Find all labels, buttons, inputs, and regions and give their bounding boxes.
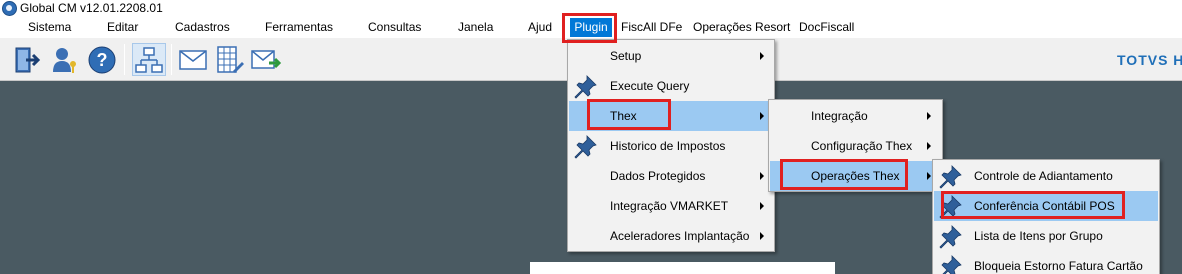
menu-item-historico-impostos[interactable]: Historico de Impostos	[569, 131, 773, 161]
menu-item-lista-itens-grupo[interactable]: Lista de Itens por Grupo	[934, 221, 1158, 251]
annotation-box-operacoes-thex	[780, 159, 908, 190]
menu-item-controle-adiantamento[interactable]: Controle de Adiantamento	[934, 161, 1158, 191]
menu-editar[interactable]: Editar	[107, 20, 138, 34]
help-icon[interactable]: ?	[85, 43, 119, 76]
menu-item-label: Aceleradores Implantação	[610, 229, 750, 243]
submenu-arrow-icon	[760, 232, 764, 240]
menu-item-integracao-vmarket[interactable]: Integração VMARKET	[569, 191, 773, 221]
mail-send-icon[interactable]	[250, 43, 284, 76]
submenu-arrow-icon	[760, 202, 764, 210]
toolbar-separator	[171, 44, 172, 75]
menu-item-label: Bloqueia Estorno Fatura Cartão	[974, 259, 1143, 273]
menu-item-setup[interactable]: Setup	[569, 41, 773, 71]
pushpin-icon	[941, 255, 962, 274]
submenu-arrow-icon	[760, 172, 764, 180]
menu-consultas[interactable]: Consultas	[368, 20, 421, 34]
menu-janela[interactable]: Janela	[458, 20, 493, 34]
spreadsheet-edit-icon[interactable]	[213, 43, 247, 76]
pushpin-icon	[939, 225, 962, 249]
annotation-box-thex	[587, 99, 671, 130]
menu-cadastros[interactable]: Cadastros	[175, 20, 230, 34]
menu-item-label: Integração VMARKET	[610, 199, 729, 213]
exit-icon[interactable]	[11, 43, 45, 76]
menu-item-label: Dados Protegidos	[610, 169, 706, 183]
menu-item-label: Execute Query	[610, 79, 690, 93]
globe-icon	[2, 1, 17, 16]
submenu-arrow-icon	[927, 142, 931, 150]
submenu-arrow-icon	[760, 112, 764, 120]
user-key-icon[interactable]	[48, 43, 82, 76]
menu-item-label: Historico de Impostos	[610, 139, 726, 153]
menu-item-label: Configuração Thex	[811, 139, 913, 153]
menu-item-dados-protegidos[interactable]: Dados Protegidos	[569, 161, 773, 191]
menu-item-execute-query[interactable]: Execute Query	[569, 71, 773, 101]
menu-item-integracao[interactable]: Integração	[770, 101, 941, 131]
window-title: Global CM v12.01.2208.01	[20, 1, 163, 15]
plugin-menu: Setup Execute Query Thex Historico de Im…	[567, 39, 775, 252]
mail-icon[interactable]	[176, 43, 210, 76]
annotation-box-plugin	[562, 13, 617, 43]
menu-item-bloqueia-estorno[interactable]: Bloqueia Estorno Fatura Cartão	[934, 251, 1158, 274]
menu-item-label: Lista de Itens por Grupo	[974, 229, 1103, 243]
menu-ajuda[interactable]: Ajud	[528, 20, 552, 34]
menu-fiscall-dfe[interactable]: FiscAll DFe	[621, 20, 682, 34]
brand-logo: TOTVS H	[1117, 52, 1182, 68]
menu-operacoes-resort[interactable]: Operações Resort	[693, 20, 790, 34]
menu-sistema[interactable]: Sistema	[28, 20, 71, 34]
menu-item-label: Controle de Adiantamento	[974, 169, 1113, 183]
pushpin-icon	[939, 165, 962, 189]
menu-item-aceleradores-implantacao[interactable]: Aceleradores Implantação	[569, 221, 773, 251]
menu-ferramentas[interactable]: Ferramentas	[265, 20, 333, 34]
menu-item-label: Integração	[811, 109, 868, 123]
workspace-panel	[530, 262, 835, 274]
toolbar-separator	[124, 44, 125, 75]
org-chart-icon[interactable]	[132, 43, 166, 76]
menu-item-configuracao-thex[interactable]: Configuração Thex	[770, 131, 941, 161]
pushpin-icon	[574, 75, 597, 99]
pushpin-icon	[574, 135, 597, 159]
submenu-arrow-icon	[927, 172, 931, 180]
svg-text:?: ?	[97, 50, 108, 70]
annotation-box-conferencia	[941, 191, 1125, 219]
submenu-arrow-icon	[927, 112, 931, 120]
menu-item-label: Setup	[610, 49, 642, 63]
submenu-arrow-icon	[760, 52, 764, 60]
menu-docfiscall[interactable]: DocFiscall	[799, 20, 854, 34]
